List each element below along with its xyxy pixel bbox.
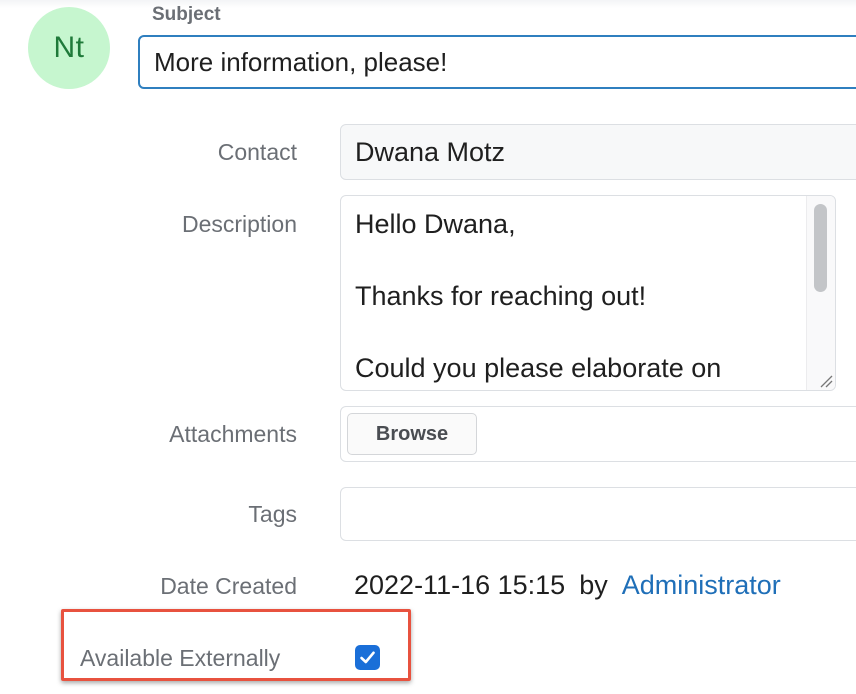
available-externally-checkbox[interactable] xyxy=(355,645,380,670)
resize-grip-icon[interactable] xyxy=(819,374,833,388)
top-edge xyxy=(0,0,856,8)
author-link[interactable]: Administrator xyxy=(622,570,781,600)
contact-field[interactable]: Dwana Motz xyxy=(340,124,856,180)
by-text: by xyxy=(579,570,608,600)
avatar: Nt xyxy=(28,7,110,89)
browse-button[interactable]: Browse xyxy=(347,413,477,455)
available-externally-label: Available Externally xyxy=(80,645,281,671)
contact-label: Contact xyxy=(217,139,297,165)
date-created-label: Date Created xyxy=(160,573,297,599)
attachments-field: Browse xyxy=(340,406,856,462)
description-scrollbar[interactable] xyxy=(806,196,835,390)
tags-label: Tags xyxy=(248,501,297,527)
tags-input[interactable] xyxy=(340,487,856,541)
avatar-initials: Nt xyxy=(53,31,85,64)
subject-label: Subject xyxy=(152,4,221,25)
subject-input[interactable] xyxy=(138,35,856,89)
contact-value: Dwana Motz xyxy=(355,136,506,167)
description-textarea[interactable]: Hello Dwana, Thanks for reaching out! Co… xyxy=(340,195,836,391)
scrollbar-thumb[interactable] xyxy=(814,204,827,292)
date-created-text: 2022-11-16 15:15 xyxy=(354,570,566,600)
description-text: Hello Dwana, Thanks for reaching out! Co… xyxy=(355,209,722,383)
description-label: Description xyxy=(181,211,297,237)
date-created-value: 2022-11-16 15:15 by Administrator xyxy=(354,570,781,601)
checkmark-icon xyxy=(360,651,375,664)
attachments-label: Attachments xyxy=(169,421,297,447)
